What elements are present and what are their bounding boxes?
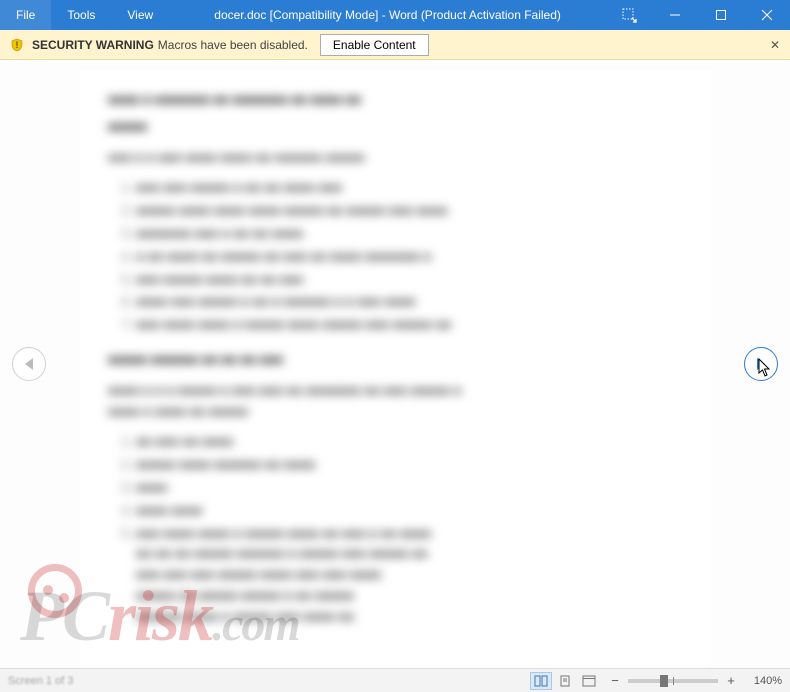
security-warning-message: Macros have been disabled.	[158, 38, 308, 52]
document-page[interactable]: ■■■■ ■ ■■■■■■■ ■■ ■■■■■■■ ■■ ■■■■ ■■ ■■■…	[80, 70, 710, 668]
zoom-in-button[interactable]: +	[724, 673, 738, 688]
zoom-slider-thumb[interactable]	[660, 675, 668, 687]
menu-bar: File Tools View	[0, 0, 169, 30]
zoom-level[interactable]: 140%	[748, 675, 782, 687]
read-mode-button[interactable]	[530, 672, 552, 690]
web-layout-button[interactable]	[578, 672, 600, 690]
view-mode-buttons	[530, 672, 600, 690]
zoom-slider[interactable]	[628, 679, 718, 683]
touch-mode-button[interactable]	[606, 0, 652, 30]
menu-view[interactable]: View	[111, 0, 169, 30]
svg-text:!: !	[16, 40, 19, 50]
watermark-logo	[28, 564, 82, 618]
close-icon	[761, 9, 773, 21]
menu-file[interactable]: File	[0, 0, 51, 30]
security-bar-close[interactable]: ✕	[770, 38, 780, 52]
print-layout-button[interactable]	[554, 672, 576, 690]
chevron-left-icon	[25, 358, 33, 370]
print-layout-icon	[558, 675, 572, 687]
minimize-icon	[669, 9, 681, 21]
statusbar: Screen 1 of 3 − + 140%	[0, 668, 790, 692]
screen-indicator: Screen 1 of 3	[8, 675, 73, 687]
chevron-right-icon	[757, 358, 765, 370]
security-warning-bar: ! SECURITY WARNING Macros have been disa…	[0, 30, 790, 60]
security-warning-title: SECURITY WARNING	[32, 38, 154, 52]
titlebar: File Tools View docer.doc [Compatibility…	[0, 0, 790, 30]
next-page-button[interactable]	[744, 347, 778, 381]
zoom-out-button[interactable]: −	[608, 673, 622, 688]
enable-content-button[interactable]: Enable Content	[320, 34, 429, 56]
window-controls	[606, 0, 790, 30]
maximize-button[interactable]	[698, 0, 744, 30]
document-content-blurred: ■■■■ ■ ■■■■■■■ ■■ ■■■■■■■ ■■ ■■■■ ■■ ■■■…	[80, 70, 710, 662]
touch-mode-icon	[621, 7, 637, 23]
prev-page-button[interactable]	[12, 347, 46, 381]
maximize-icon	[715, 9, 727, 21]
window-title: docer.doc [Compatibility Mode] - Word (P…	[169, 8, 606, 22]
shield-icon: !	[10, 38, 24, 52]
document-viewport: ■■■■ ■ ■■■■■■■ ■■ ■■■■■■■ ■■ ■■■■ ■■ ■■■…	[0, 60, 790, 668]
menu-tools[interactable]: Tools	[51, 0, 111, 30]
close-button[interactable]	[744, 0, 790, 30]
minimize-button[interactable]	[652, 0, 698, 30]
zoom-controls: − + 140%	[608, 673, 782, 688]
read-mode-icon	[534, 675, 548, 687]
web-layout-icon	[582, 675, 596, 687]
